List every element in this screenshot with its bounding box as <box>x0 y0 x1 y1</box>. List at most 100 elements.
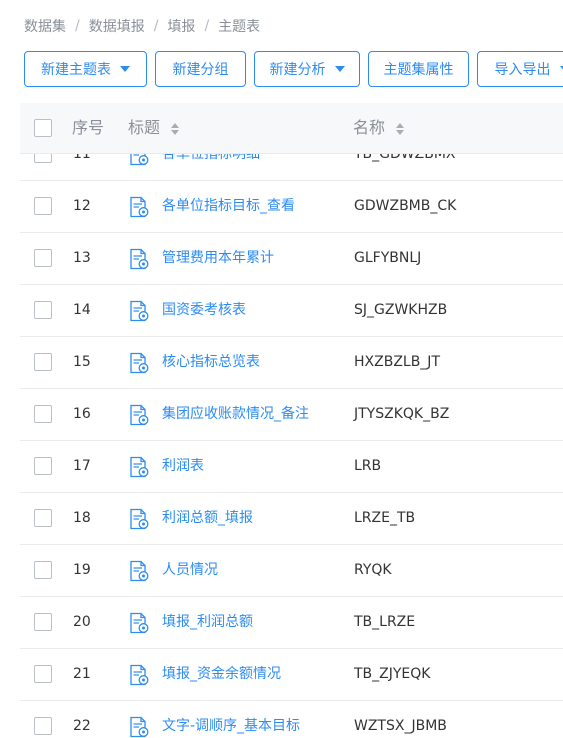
table-row[interactable]: 20 填报_利润总额 TB_LRZE <box>20 597 563 649</box>
row-name: JTYSZKQK_BZ <box>354 406 450 422</box>
row-index: 16 <box>73 406 91 422</box>
breadcrumb-separator: / <box>204 18 210 34</box>
table-row[interactable]: 18 利润总额_填报 LRZE_TB <box>20 493 563 545</box>
row-title-link[interactable]: 填报_资金余额情况 <box>162 649 281 700</box>
caret-down-icon <box>559 66 563 72</box>
row-index: 15 <box>73 354 91 370</box>
breadcrumb-item-current: 主题表 <box>218 19 261 35</box>
breadcrumb-separator: / <box>75 18 80 34</box>
row-index: 14 <box>73 302 91 318</box>
table-row[interactable]: 17 利润表 LRB <box>20 441 563 493</box>
row-checkbox[interactable] <box>34 613 52 631</box>
row-index: 17 <box>73 458 91 474</box>
new-analysis-label: 新建分析 <box>269 62 326 78</box>
table-row[interactable]: 11 各单位指标明细 TB_GDWZBMX <box>20 154 563 181</box>
caret-down-icon <box>120 66 130 72</box>
topic-table: 序号 标题 名称 11 各单位指标明细 TB_GDWZBMX 12 各单位指标目… <box>20 103 563 738</box>
sql-file-icon <box>130 508 149 530</box>
sql-file-icon <box>130 300 149 322</box>
row-checkbox[interactable] <box>34 154 52 163</box>
column-header-name[interactable]: 名称 <box>353 103 405 153</box>
breadcrumb-item-dataset[interactable]: 数据集 <box>24 16 66 36</box>
import-export-button[interactable]: 导入导出 <box>477 51 563 87</box>
row-name: SJ_GZWKHZB <box>354 302 448 318</box>
import-export-label: 导入导出 <box>494 62 551 78</box>
table-row[interactable]: 15 核心指标总览表 HXZBZLB_JT <box>20 337 563 389</box>
row-checkbox[interactable] <box>34 665 52 683</box>
row-title-link[interactable]: 人员情况 <box>162 545 218 596</box>
row-name: WZTSX_JBMB <box>354 718 447 734</box>
table-body[interactable]: 11 各单位指标明细 TB_GDWZBMX 12 各单位指标目标_查看 GDWZ… <box>20 154 563 738</box>
row-index: 13 <box>73 250 91 266</box>
sql-file-icon <box>130 248 149 270</box>
sql-file-icon <box>130 664 149 686</box>
row-checkbox[interactable] <box>34 509 52 527</box>
sql-file-icon <box>130 560 149 582</box>
caret-down-icon <box>334 66 345 72</box>
sql-file-icon <box>130 612 149 634</box>
row-title-link[interactable]: 填报_利润总额 <box>162 597 253 648</box>
dataset-properties-button[interactable]: 主题集属性 <box>368 51 469 87</box>
row-name: TB_GDWZBMX <box>354 154 456 162</box>
row-index: 18 <box>73 510 91 526</box>
row-title-link[interactable]: 国资委考核表 <box>162 285 246 336</box>
row-checkbox[interactable] <box>34 197 52 215</box>
column-header-title-label: 标题 <box>128 118 161 137</box>
new-analysis-button[interactable]: 新建分析 <box>254 51 360 87</box>
table-row[interactable]: 14 国资委考核表 SJ_GZWKHZB <box>20 285 563 337</box>
row-name: RYQK <box>354 562 392 578</box>
row-index: 11 <box>73 154 91 162</box>
row-checkbox[interactable] <box>34 405 52 423</box>
row-title-link[interactable]: 核心指标总览表 <box>162 337 260 388</box>
column-header-index: 序号 <box>72 118 105 137</box>
row-index: 21 <box>73 666 91 682</box>
row-checkbox[interactable] <box>34 561 52 579</box>
breadcrumb-item-fill[interactable]: 填报 <box>167 16 195 36</box>
new-group-label: 新建分组 <box>172 62 229 78</box>
row-checkbox[interactable] <box>34 353 52 371</box>
table-row[interactable]: 12 各单位指标目标_查看 GDWZBMB_CK <box>20 181 563 233</box>
row-title-link[interactable]: 各单位指标明细 <box>162 154 260 180</box>
table-row[interactable]: 22 文字-调顺序_基本目标 WZTSX_JBMB <box>20 701 563 738</box>
breadcrumb: 数据集 / 数据填报 / 填报 / 主题表 <box>24 14 260 38</box>
breadcrumb-item-data-fill[interactable]: 数据填报 <box>89 16 145 36</box>
table-rows: 11 各单位指标明细 TB_GDWZBMX 12 各单位指标目标_查看 GDWZ… <box>20 154 563 738</box>
row-name: LRB <box>354 458 382 474</box>
row-index: 19 <box>73 562 91 578</box>
sort-icon[interactable] <box>171 122 180 135</box>
table-row[interactable]: 16 集团应收账款情况_备注 JTYSZKQK_BZ <box>20 389 563 441</box>
row-name: LRZE_TB <box>354 510 416 526</box>
dataset-properties-label: 主题集属性 <box>383 62 454 78</box>
row-index: 20 <box>73 614 91 630</box>
new-topic-table-button[interactable]: 新建主题表 <box>24 51 147 87</box>
row-title-link[interactable]: 利润总额_填报 <box>162 493 253 544</box>
row-title-link[interactable]: 利润表 <box>162 441 204 492</box>
sql-file-icon <box>130 404 149 426</box>
sql-file-icon <box>130 196 149 218</box>
row-checkbox[interactable] <box>34 301 52 319</box>
new-topic-table-label: 新建主题表 <box>41 62 111 78</box>
row-name: HXZBZLB_JT <box>354 354 440 370</box>
row-checkbox[interactable] <box>34 249 52 267</box>
column-header-name-label: 名称 <box>353 118 386 137</box>
row-title-link[interactable]: 各单位指标目标_查看 <box>162 181 295 232</box>
row-index: 12 <box>73 198 91 214</box>
new-group-button[interactable]: 新建分组 <box>155 51 246 87</box>
table-row[interactable]: 13 管理费用本年累计 GLFYBNLJ <box>20 233 563 285</box>
sql-file-icon <box>130 352 149 374</box>
table-row[interactable]: 19 人员情况 RYQK <box>20 545 563 597</box>
select-all-checkbox[interactable] <box>34 119 52 137</box>
row-name: TB_ZJYEQK <box>354 666 431 682</box>
row-title-link[interactable]: 管理费用本年累计 <box>162 233 274 284</box>
row-title-link[interactable]: 集团应收账款情况_备注 <box>162 389 309 440</box>
toolbar: 新建主题表 新建分组 新建分析 主题集属性 导入导出 <box>24 51 563 87</box>
table-row[interactable]: 21 填报_资金余额情况 TB_ZJYEQK <box>20 649 563 701</box>
row-checkbox[interactable] <box>34 717 52 735</box>
row-checkbox[interactable] <box>34 457 52 475</box>
table-header: 序号 标题 名称 <box>20 103 563 154</box>
sort-icon[interactable] <box>396 122 405 135</box>
row-index: 22 <box>73 718 91 734</box>
row-title-link[interactable]: 文字-调顺序_基本目标 <box>162 701 300 738</box>
column-header-title[interactable]: 标题 <box>128 103 180 153</box>
row-name: GDWZBMB_CK <box>354 198 457 214</box>
